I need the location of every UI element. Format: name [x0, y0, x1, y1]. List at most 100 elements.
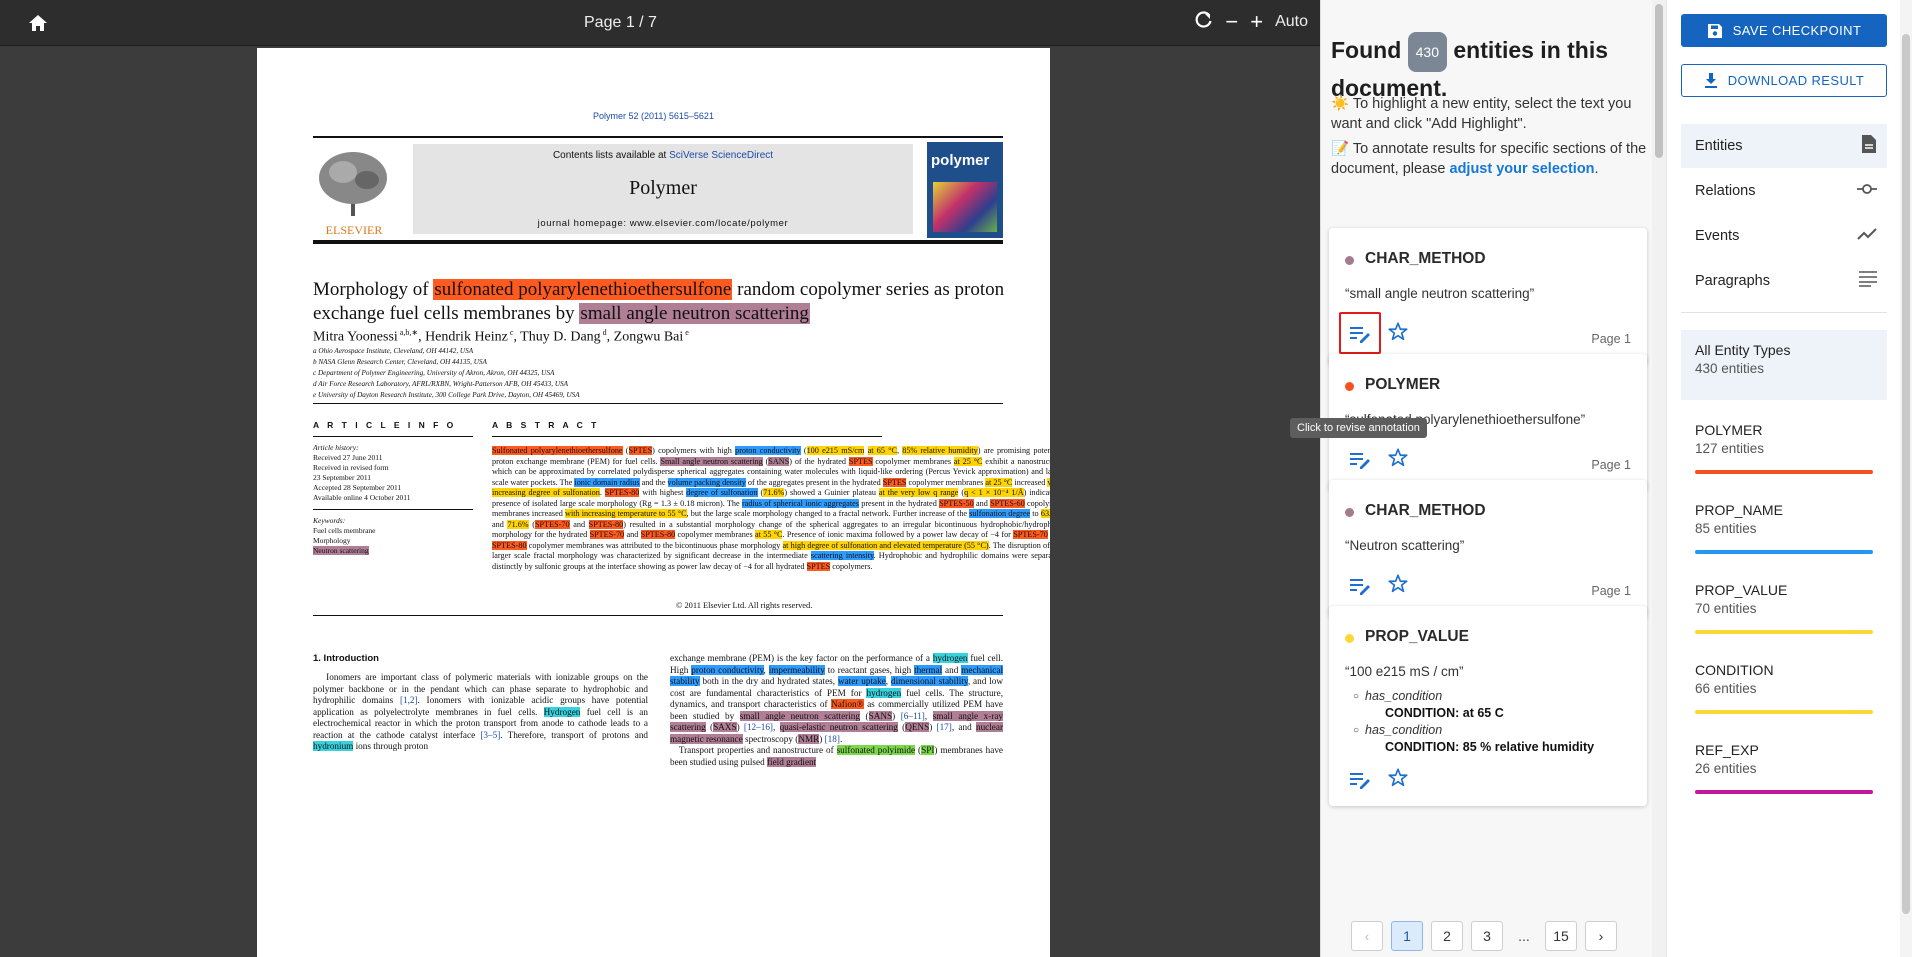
panel-scrollbar[interactable]	[1900, 0, 1912, 957]
paragraph-icon	[1859, 271, 1877, 291]
affiliation: a Ohio Aerospace Institute, Cleveland, O…	[313, 347, 474, 355]
download-icon	[1704, 72, 1717, 88]
nav-paragraphs[interactable]: Paragraphs	[1681, 259, 1887, 303]
nav-events[interactable]: Events	[1681, 214, 1887, 258]
edit-annotation-icon[interactable]	[1349, 771, 1371, 789]
home-icon[interactable]	[24, 10, 52, 36]
entity-type-condition[interactable]: CONDITION 66 entities	[1681, 650, 1887, 728]
nav-label: Entities	[1695, 138, 1743, 154]
save-checkpoint-label: SAVE CHECKPOINT	[1732, 23, 1862, 38]
refresh-icon[interactable]	[1195, 10, 1213, 34]
adjust-selection-link[interactable]: adjust your selection	[1450, 161, 1595, 177]
highlight-char-method[interactable]: small angle neutron scattering	[579, 303, 810, 324]
page-button[interactable]: 2	[1431, 921, 1463, 951]
entity-count-badge: 430	[1407, 32, 1447, 72]
star-icon[interactable]	[1387, 573, 1411, 597]
zoom-level[interactable]: Auto	[1275, 13, 1308, 31]
entity-text: “100 e215 mS / cm”	[1345, 664, 1464, 679]
divider	[1681, 312, 1887, 313]
entity-type-count: 26 entities	[1695, 761, 1757, 776]
journal-name: Polymer	[629, 177, 697, 199]
highlight-polymer[interactable]: sulfonated polyarylenethioethersulfone	[433, 279, 733, 300]
entity-type-color-bar	[1695, 790, 1873, 794]
nav-relations[interactable]: Relations	[1681, 169, 1887, 213]
affiliation: e University of Dayton Research Institut…	[313, 391, 580, 399]
nav-label: Paragraphs	[1695, 273, 1770, 289]
scrollbar-thumb[interactable]	[1902, 34, 1910, 914]
entity-type-name: POLYMER	[1695, 422, 1763, 438]
entity-type-ref-exp[interactable]: REF_EXP 26 entities	[1681, 730, 1887, 808]
edit-annotation-icon[interactable]	[1349, 577, 1371, 595]
sciencedirect-link[interactable]: SciVerse ScienceDirect	[669, 150, 773, 161]
sidebar-scrollbar[interactable]	[1652, 0, 1666, 957]
article-info-heading: A R T I C L E I N F O	[313, 420, 457, 430]
entity-type-prop-name[interactable]: PROP_NAME 85 entities	[1681, 490, 1887, 568]
entity-card[interactable]: CHAR_METHOD “Neutron scattering” Page 1	[1329, 480, 1647, 617]
download-result-button[interactable]: DOWNLOAD RESULT	[1681, 64, 1887, 97]
entity-type-name: All Entity Types	[1695, 342, 1791, 358]
entity-type-name: CONDITION	[1695, 662, 1774, 678]
entity-type-label: PROP_VALUE	[1365, 628, 1469, 645]
scrollbar-thumb[interactable]	[1655, 4, 1663, 158]
entity-type-color-bar	[1695, 550, 1873, 554]
revise-annotation-tooltip: Click to revise annotation	[1290, 418, 1427, 438]
journal-banner: Contents lists available at SciVerse Sci…	[413, 144, 913, 234]
journal-cover: polymer	[927, 142, 1003, 238]
next-page-button[interactable]: ›	[1585, 921, 1617, 951]
document-icon	[1861, 134, 1877, 158]
pdf-viewer: Page 1 / 7 − + Auto Polymer 52 (2011) 56…	[0, 0, 1320, 957]
viewer-toolbar: Page 1 / 7 − + Auto	[0, 0, 1320, 46]
star-icon[interactable]	[1387, 447, 1411, 471]
cover-title: polymer	[931, 152, 990, 169]
entity-type-color-bar	[1695, 710, 1873, 714]
save-icon	[1707, 23, 1722, 38]
entity-type-label: POLYMER	[1365, 376, 1441, 393]
star-icon[interactable]	[1387, 321, 1411, 345]
entity-type-all[interactable]: All Entity Types 430 entities	[1681, 330, 1887, 400]
star-icon[interactable]	[1387, 767, 1411, 791]
edit-annotation-icon[interactable]	[1349, 325, 1371, 343]
cover-art	[933, 182, 997, 232]
entity-card[interactable]: PROP_VALUE “100 e215 mS / cm” has_condit…	[1329, 606, 1647, 806]
abstract-text: Sulfonated polyarylenethioethersulfone (…	[492, 446, 1050, 573]
entity-color-dot	[1345, 508, 1354, 517]
zoom-out-icon[interactable]: −	[1225, 10, 1238, 34]
entity-type-name: PROP_VALUE	[1695, 582, 1788, 598]
nav-entities[interactable]: Entities	[1681, 124, 1887, 168]
entity-color-dot	[1345, 256, 1354, 265]
journal-homepage: journal homepage: www.elsevier.com/locat…	[537, 218, 789, 229]
page-button[interactable]: 1	[1391, 921, 1423, 951]
zoom-controls: − + Auto	[1195, 10, 1308, 34]
divider	[313, 403, 1003, 404]
save-checkpoint-button[interactable]: SAVE CHECKPOINT	[1681, 14, 1887, 47]
entity-type-prop-value[interactable]: PROP_VALUE 70 entities	[1681, 570, 1887, 648]
article-info: A R T I C L E I N F O Article history: R…	[313, 420, 473, 556]
journal-reference: Polymer 52 (2011) 5615–5621	[593, 111, 714, 121]
entity-page: Page 1	[1591, 332, 1631, 346]
download-result-label: DOWNLOAD RESULT	[1727, 73, 1865, 88]
intro-heading: 1. Introduction	[313, 653, 379, 664]
edit-annotation-icon[interactable]	[1349, 451, 1371, 469]
page-button[interactable]: 15	[1545, 921, 1577, 951]
elsevier-wordmark: ELSEVIER	[326, 223, 383, 237]
entity-color-dot	[1345, 634, 1354, 643]
abstract-heading: A B S T R A C T	[492, 420, 600, 430]
intro-column-1: Ionomers are important class of polymeri…	[313, 672, 649, 751]
paper-title: Morphology of sulfonated polyarylenethio…	[313, 279, 1005, 324]
entity-color-dot	[1345, 382, 1354, 391]
zoom-in-icon[interactable]: +	[1250, 10, 1263, 34]
entity-type-count: 66 entities	[1695, 681, 1757, 696]
intro-column-2: exchange membrane (PEM) is the key facto…	[670, 653, 1004, 767]
entity-card[interactable]: CHAR_METHOD “small angle neutron scatter…	[1329, 228, 1647, 365]
relation-icon	[1857, 183, 1877, 199]
entity-type-color-bar	[1695, 630, 1873, 634]
entity-type-label: CHAR_METHOD	[1365, 502, 1486, 519]
pdf-page: Polymer 52 (2011) 5615–5621 ELSEVIER Con…	[257, 48, 1050, 957]
entity-list-panel: Found 430 entities in this document. ☀️ …	[1320, 0, 1666, 957]
elsevier-logo: ELSEVIER	[313, 144, 395, 238]
page-button[interactable]: 3	[1471, 921, 1503, 951]
entity-type-polymer[interactable]: POLYMER 127 entities	[1681, 410, 1887, 488]
prev-page-button[interactable]: ‹	[1351, 921, 1383, 951]
highlight-char-method[interactable]: Neutron scattering	[313, 546, 369, 555]
nav-label: Relations	[1695, 183, 1756, 199]
